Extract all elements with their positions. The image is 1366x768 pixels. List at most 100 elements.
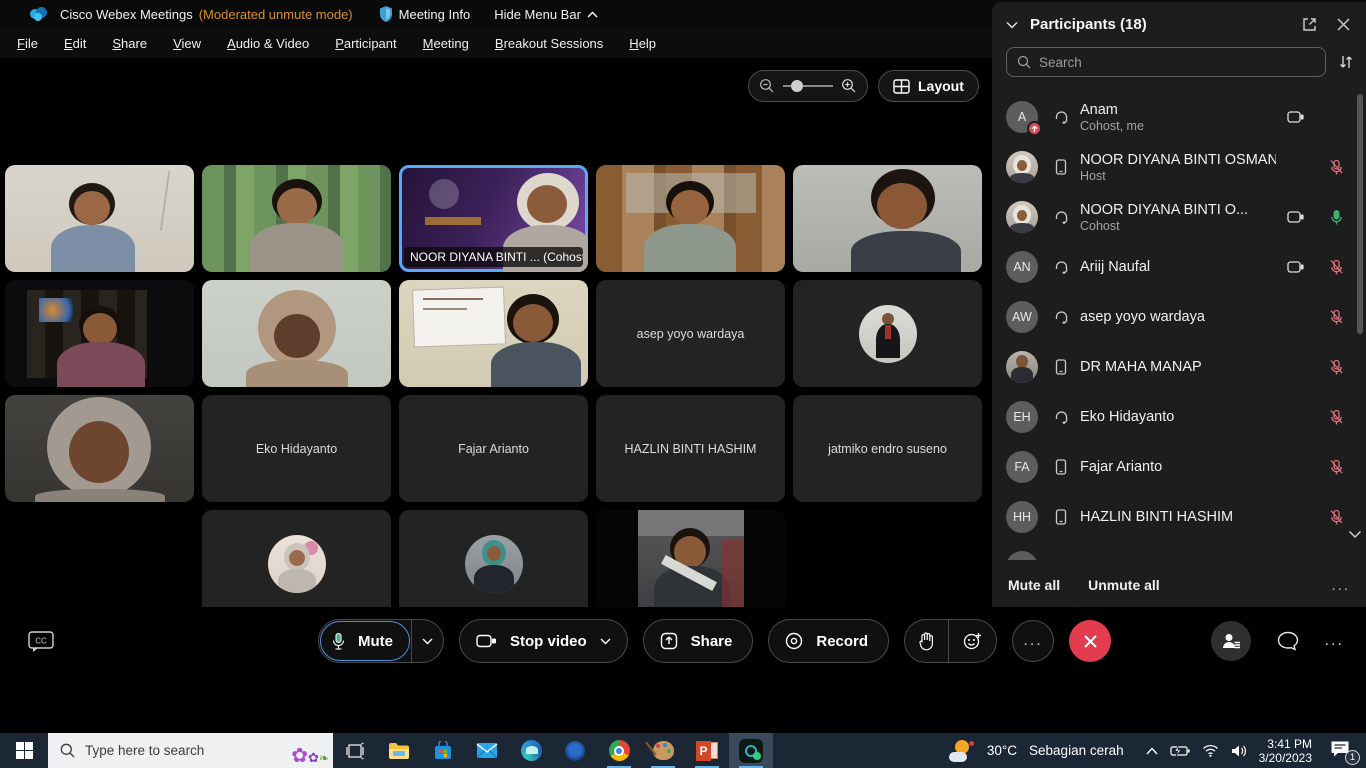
- participant-row[interactable]: A Anam Cohost, me: [992, 92, 1366, 142]
- name-tile[interactable]: jatmiko endro suseno: [793, 395, 982, 502]
- avatar-tile[interactable]: [399, 510, 588, 617]
- tray-expand-chevron-icon[interactable]: [1146, 747, 1158, 755]
- participant-name: Anam: [1080, 102, 1276, 118]
- layout-button[interactable]: Layout: [878, 70, 979, 102]
- menu-meeting[interactable]: Meeting: [423, 36, 469, 51]
- microsoft-store-icon: [433, 741, 453, 761]
- zoom-slider[interactable]: [783, 85, 833, 87]
- participants-panel: Participants (18) A Anam Cohost, me: [992, 2, 1366, 607]
- more-panels-button[interactable]: ...: [1325, 632, 1344, 650]
- participant-row[interactable]: NOOR DIYANA BINTI OSMAN Host: [992, 142, 1366, 192]
- participant-row[interactable]: DR MAHA MANAP: [992, 342, 1366, 392]
- video-tile[interactable]: [793, 165, 982, 272]
- name-tile[interactable]: Fajar Arianto: [399, 395, 588, 502]
- hide-menu-bar-button[interactable]: Hide Menu Bar: [494, 7, 598, 22]
- video-options-chevron[interactable]: [600, 638, 611, 645]
- menu-edit[interactable]: Edit: [64, 36, 86, 51]
- leave-meeting-button[interactable]: [1069, 620, 1111, 662]
- grid-zoom-control[interactable]: [748, 70, 868, 102]
- taskbar-clock[interactable]: 3:41 PM 3/20/2023: [1259, 737, 1312, 765]
- scroll-down-chevron-icon[interactable]: [1348, 530, 1362, 539]
- speaker-icon[interactable]: [1231, 744, 1247, 758]
- name-tile[interactable]: HAZLIN BINTI HASHIM: [596, 395, 785, 502]
- raise-hand-button[interactable]: [905, 632, 948, 651]
- chat-toggle-button[interactable]: [1277, 631, 1299, 651]
- weather-desc[interactable]: Sebagian cerah: [1029, 743, 1124, 758]
- mail-button[interactable]: [465, 733, 509, 768]
- avatar-initials: EH: [1013, 410, 1030, 424]
- menu-help[interactable]: Help: [629, 36, 656, 51]
- mute-options-chevron[interactable]: [412, 638, 443, 645]
- popout-icon[interactable]: [1302, 17, 1317, 32]
- avatar: [1006, 351, 1038, 383]
- weather-temp[interactable]: 30°C: [987, 743, 1017, 758]
- menu-share[interactable]: Share: [112, 36, 147, 51]
- scrollbar-thumb[interactable]: [1357, 94, 1363, 334]
- wifi-icon[interactable]: [1202, 744, 1219, 757]
- chrome-button[interactable]: [597, 733, 641, 768]
- unmute-all-button[interactable]: Unmute all: [1088, 577, 1160, 593]
- avatar-tile[interactable]: [202, 510, 391, 617]
- menu-audio-video[interactable]: Audio & Video: [227, 36, 309, 51]
- participant-row[interactable]: HS Heri Sutanto Bin Sadirun: [992, 542, 1366, 560]
- video-tile[interactable]: [596, 510, 785, 617]
- participants-list: A Anam Cohost, me NOOR DIYANA BINTI OSMA…: [992, 92, 1366, 560]
- mute-button[interactable]: Mute: [320, 621, 410, 661]
- participant-row[interactable]: AN Ariij Naufal: [992, 242, 1366, 292]
- taskbar-search-box[interactable]: ✿✿❧: [48, 733, 333, 768]
- zoom-out-icon[interactable]: [759, 78, 775, 94]
- record-button[interactable]: Record: [768, 619, 889, 663]
- sort-icon[interactable]: [1338, 54, 1354, 70]
- closed-captions-button[interactable]: CC: [28, 631, 54, 653]
- edge-button[interactable]: [509, 733, 553, 768]
- battery-icon[interactable]: [1170, 745, 1190, 757]
- participant-row[interactable]: NOOR DIYANA BINTI O... Cohost: [992, 192, 1366, 242]
- active-speaker-tile[interactable]: NOOR DIYANA BINTI ... (Cohost): [399, 165, 588, 272]
- app-blue-circle-button[interactable]: [553, 733, 597, 768]
- more-options-button[interactable]: ...: [1012, 620, 1054, 662]
- start-button[interactable]: [0, 733, 48, 768]
- participant-row[interactable]: HH HAZLIN BINTI HASHIM: [992, 492, 1366, 542]
- video-tile[interactable]: [5, 280, 194, 387]
- participants-scrollbar[interactable]: [1357, 94, 1363, 494]
- file-explorer-button[interactable]: [377, 733, 421, 768]
- paint-app-button[interactable]: [641, 733, 685, 768]
- reactions-button[interactable]: [949, 632, 996, 651]
- stop-video-button[interactable]: Stop video: [459, 619, 628, 663]
- collapse-chevron-icon[interactable]: [1006, 21, 1018, 29]
- video-tile[interactable]: [5, 395, 194, 502]
- participant-row[interactable]: FA Fajar Arianto: [992, 442, 1366, 492]
- menu-view[interactable]: View: [173, 36, 201, 51]
- search-highlight-flowers-image[interactable]: ✿✿❧: [291, 746, 329, 768]
- microsoft-store-button[interactable]: [421, 733, 465, 768]
- mute-all-button[interactable]: Mute all: [1008, 577, 1060, 593]
- notification-center-button[interactable]: 1: [1330, 740, 1356, 762]
- meeting-info-shield-icon[interactable]: [379, 6, 393, 22]
- zoom-in-icon[interactable]: [841, 78, 857, 94]
- avatar-tile[interactable]: [793, 280, 982, 387]
- participants-toggle-button[interactable]: [1211, 621, 1251, 661]
- video-tile[interactable]: [202, 280, 391, 387]
- video-tile[interactable]: [5, 165, 194, 272]
- menu-breakout-sessions[interactable]: Breakout Sessions: [495, 36, 603, 51]
- participant-row[interactable]: EH Eko Hidayanto: [992, 392, 1366, 442]
- video-tile[interactable]: [202, 165, 391, 272]
- webex-taskbar-button[interactable]: [729, 733, 773, 768]
- search-input[interactable]: [1039, 55, 1315, 70]
- video-tile[interactable]: [596, 165, 785, 272]
- search-box[interactable]: [1006, 47, 1326, 77]
- zoom-slider-knob[interactable]: [791, 80, 803, 92]
- menu-file[interactable]: File: [17, 36, 38, 51]
- footer-more-button[interactable]: ...: [1331, 577, 1350, 594]
- video-tile[interactable]: [399, 280, 588, 387]
- share-button[interactable]: Share: [643, 619, 754, 663]
- close-panel-icon[interactable]: [1337, 18, 1350, 31]
- participant-row[interactable]: AW asep yoyo wardaya: [992, 292, 1366, 342]
- name-tile[interactable]: asep yoyo wardaya: [596, 280, 785, 387]
- powerpoint-button[interactable]: P: [685, 733, 729, 768]
- task-view-button[interactable]: [333, 733, 377, 768]
- name-tile[interactable]: Eko Hidayanto: [202, 395, 391, 502]
- menu-participant[interactable]: Participant: [335, 36, 396, 51]
- meeting-info-label[interactable]: Meeting Info: [399, 7, 471, 22]
- weather-icon[interactable]: [949, 740, 975, 762]
